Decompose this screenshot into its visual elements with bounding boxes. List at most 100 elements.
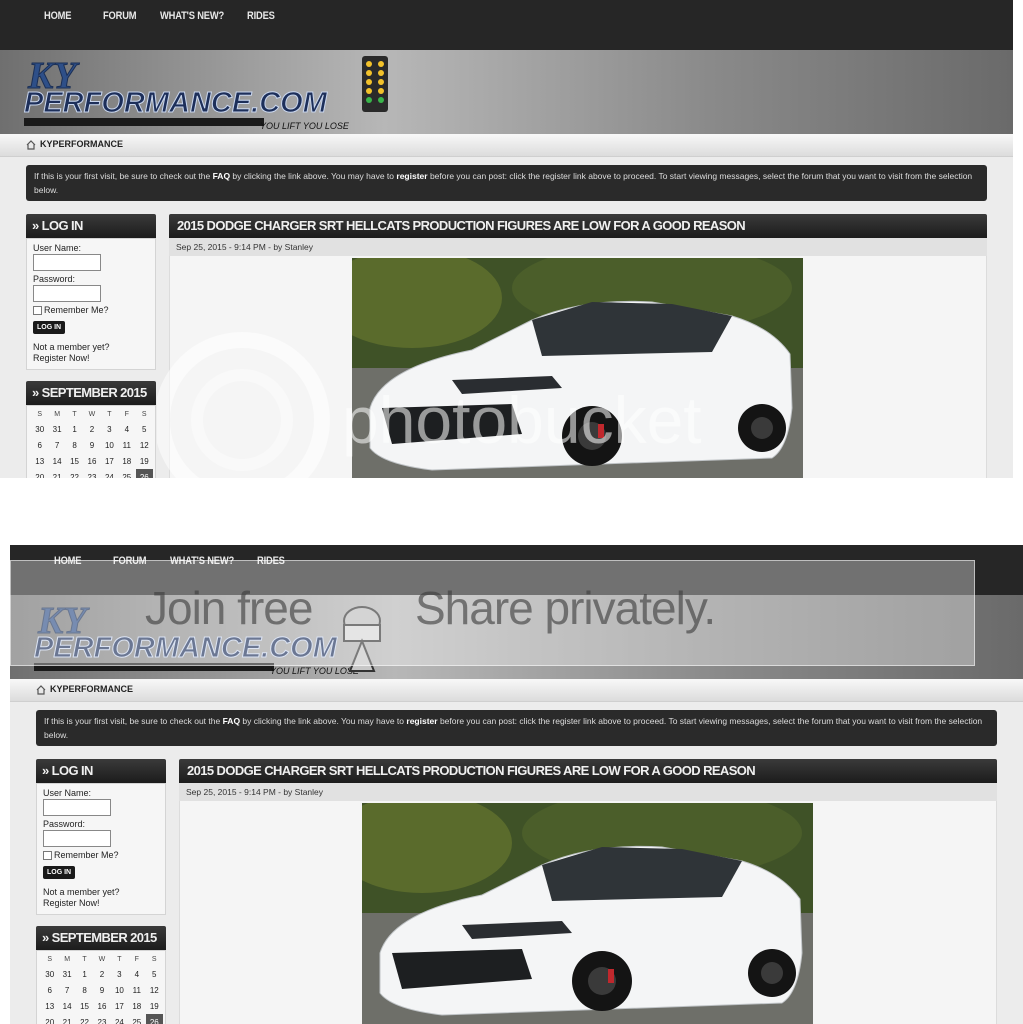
login-button[interactable]: LOG IN <box>33 321 66 334</box>
calendar-day[interactable]: 22 <box>66 469 83 479</box>
nav-rides[interactable]: RIDES <box>257 555 285 567</box>
calendar-day[interactable]: 15 <box>76 998 93 1014</box>
calendar-day[interactable]: 6 <box>31 437 48 453</box>
calendar-day[interactable]: 30 <box>41 966 58 982</box>
calendar-day[interactable]: 4 <box>128 966 145 982</box>
calendar-day[interactable]: 10 <box>111 982 128 998</box>
site-banner: KY PERFORMANCE.COM YOU LIFT YOU LOSE <box>10 595 1023 679</box>
nav-home[interactable]: HOME <box>44 10 72 22</box>
weekday-label: M <box>64 956 71 963</box>
calendar-day[interactable]: 5 <box>136 421 153 437</box>
nav-forum[interactable]: FORUM <box>113 555 147 567</box>
calendar-day[interactable]: 31 <box>48 421 65 437</box>
calendar-day[interactable]: 25 <box>118 469 135 479</box>
piston-icon <box>343 606 381 672</box>
calendar-day[interactable]: 2 <box>83 421 100 437</box>
register-now-link[interactable]: Register Now! <box>33 353 149 364</box>
weekday-label: T <box>107 411 112 418</box>
calendar-day[interactable]: 11 <box>118 437 135 453</box>
calendar-day[interactable]: 22 <box>76 1014 93 1024</box>
calendar-day[interactable]: 1 <box>76 966 93 982</box>
calendar-day[interactable]: 7 <box>48 437 65 453</box>
calendar-day[interactable]: 19 <box>146 998 163 1014</box>
calendar-day[interactable]: 16 <box>83 453 100 469</box>
calendar-day[interactable]: 21 <box>48 469 65 479</box>
home-icon[interactable] <box>36 685 46 695</box>
site-logo[interactable]: KY PERFORMANCE.COM YOU LIFT YOU LOSE <box>22 52 394 132</box>
calendar-day[interactable]: 25 <box>128 1014 145 1024</box>
calendar-day[interactable]: 2 <box>93 966 110 982</box>
article-title[interactable]: 2015 DODGE CHARGER SRT HELLCATS PRODUCTI… <box>179 759 997 783</box>
calendar-day[interactable]: 24 <box>101 469 118 479</box>
calendar-day[interactable]: 21 <box>58 1014 75 1024</box>
calendar-day[interactable]: 17 <box>101 453 118 469</box>
calendar-day[interactable]: 23 <box>83 469 100 479</box>
calendar-day[interactable]: 6 <box>41 982 58 998</box>
calendar-day[interactable]: 13 <box>31 453 48 469</box>
username-input[interactable] <box>43 799 111 816</box>
calendar-day[interactable]: 4 <box>118 421 135 437</box>
register-now-link[interactable]: Register Now! <box>43 898 159 909</box>
faq-link[interactable]: FAQ <box>223 716 240 726</box>
login-heading: » LOG IN <box>36 759 166 783</box>
calendar-day[interactable]: 3 <box>101 421 118 437</box>
calendar-day[interactable]: 1 <box>66 421 83 437</box>
faq-link[interactable]: FAQ <box>213 171 230 181</box>
calendar-day[interactable]: 19 <box>136 453 153 469</box>
calendar-day-today[interactable]: 26 <box>145 1014 163 1024</box>
calendar-day[interactable]: 10 <box>101 437 118 453</box>
calendar-day[interactable]: 12 <box>146 982 163 998</box>
nav-whats-new[interactable]: WHAT'S NEW? <box>170 555 234 567</box>
calendar-day[interactable]: 30 <box>31 421 48 437</box>
calendar-day[interactable]: 8 <box>66 437 83 453</box>
remember-me-checkbox[interactable] <box>43 850 52 860</box>
weekday-label: M <box>54 411 61 418</box>
calendar-day[interactable]: 31 <box>58 966 75 982</box>
password-input[interactable] <box>33 285 101 302</box>
calendar-day[interactable]: 14 <box>58 998 75 1014</box>
calendar-day[interactable]: 5 <box>146 966 163 982</box>
calendar-day[interactable]: 14 <box>48 453 65 469</box>
nav-home[interactable]: HOME <box>54 555 82 567</box>
article-photo[interactable] <box>362 803 813 1024</box>
calendar-day[interactable]: 16 <box>93 998 110 1014</box>
article-title[interactable]: 2015 DODGE CHARGER SRT HELLCATS PRODUCTI… <box>169 214 987 238</box>
calendar-day[interactable]: 18 <box>118 453 135 469</box>
nav-whats-new[interactable]: WHAT'S NEW? <box>160 10 224 22</box>
calendar-day[interactable]: 11 <box>128 982 145 998</box>
calendar-day[interactable]: 8 <box>76 982 93 998</box>
calendar-day[interactable]: 23 <box>93 1014 110 1024</box>
calendar-day[interactable]: 18 <box>128 998 145 1014</box>
article-photo[interactable] <box>352 258 803 478</box>
calendar-day[interactable]: 12 <box>136 437 153 453</box>
nav-rides[interactable]: RIDES <box>247 10 275 22</box>
password-label: Password: <box>43 819 86 829</box>
password-input[interactable] <box>43 830 111 847</box>
register-link[interactable]: register <box>396 171 427 181</box>
login-panel: » LOG IN User Name: Password: Remember M… <box>36 759 166 915</box>
article-meta: Sep 25, 2015 - 9:14 PM - by Stanley <box>169 238 987 256</box>
remember-me-checkbox[interactable] <box>33 305 42 315</box>
nav-forum[interactable]: FORUM <box>103 10 137 22</box>
home-icon[interactable] <box>26 140 36 150</box>
username-input[interactable] <box>33 254 101 271</box>
calendar-day[interactable]: 9 <box>93 982 110 998</box>
register-link[interactable]: register <box>406 716 437 726</box>
calendar-day[interactable]: 24 <box>111 1014 128 1024</box>
calendar-day[interactable]: 15 <box>66 453 83 469</box>
calendar-day[interactable]: 13 <box>41 998 58 1014</box>
weekday-label: F <box>124 411 129 418</box>
site-logo[interactable]: KY PERFORMANCE.COM YOU LIFT YOU LOSE <box>32 597 404 677</box>
calendar-day[interactable]: 20 <box>31 469 48 479</box>
calendar-heading: » SEPTEMBER 2015 <box>36 926 166 950</box>
calendar-day[interactable]: 7 <box>58 982 75 998</box>
password-label: Password: <box>33 274 76 284</box>
calendar-day[interactable]: 17 <box>111 998 128 1014</box>
login-button[interactable]: LOG IN <box>43 866 76 879</box>
calendar-day[interactable]: 20 <box>41 1014 58 1024</box>
calendar-day[interactable]: 3 <box>111 966 128 982</box>
breadcrumb-link[interactable]: KYPERFORMANCE <box>40 139 123 149</box>
calendar-day[interactable]: 9 <box>83 437 100 453</box>
calendar-day-today[interactable]: 26 <box>135 469 153 478</box>
breadcrumb-link[interactable]: KYPERFORMANCE <box>50 684 133 694</box>
